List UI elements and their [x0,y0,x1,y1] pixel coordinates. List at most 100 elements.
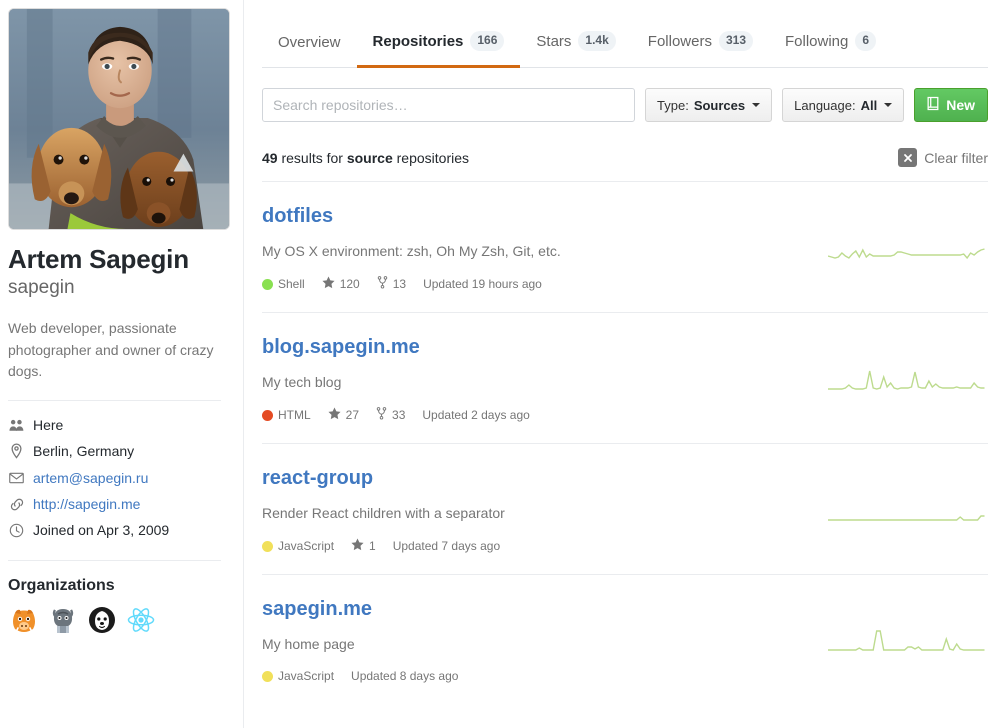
boar-org-avatar[interactable] [8,604,40,637]
repository-description: Render React children with a separator [262,505,505,521]
sidebar-divider [8,400,221,401]
repository-description: My tech blog [262,374,342,390]
fork-icon [377,276,388,292]
clear-filter-label: Clear filter [924,149,988,166]
type-filter-label: Type: [657,97,689,113]
mail-icon [8,472,25,484]
fork-icon [376,407,387,423]
profile-bio: Web developer, passionate photographer a… [8,319,214,380]
results-suffix: repositories [396,149,470,166]
repository-meta: HTML 27 33 Updated 2 days ago [262,407,812,423]
language-label: JavaScript [278,669,335,683]
results-prefix: results for [281,149,343,166]
clear-filter-button[interactable]: Clear filter [898,148,988,167]
language-filter-value: All [860,97,878,113]
type-filter-button[interactable]: Type: Sources [645,88,773,122]
table-row: dotfiles My OS X environment: zsh, Oh My… [262,182,988,313]
repository-info: sapegin.me My home page JavaScript Updat… [262,597,828,683]
react-org-avatar[interactable] [125,604,157,637]
fork-count: 13 [392,277,407,291]
language-label: HTML [278,408,311,422]
meta-email-link[interactable]: artem@sapegin.ru [33,468,148,488]
new-repository-button[interactable]: New [914,88,988,122]
tab-label: Followers [647,32,712,50]
search-repositories-input[interactable] [262,88,636,122]
tab-stars[interactable]: Stars 1.4k [520,31,631,67]
repository-info: dotfiles My OS X environment: zsh, Oh My… [262,204,828,292]
repository-filter-bar: Type: Sources Language: All New [262,88,988,122]
dog-org-avatar[interactable] [86,604,118,637]
results-summary-row: 49 results for source repositories Clear… [262,148,988,182]
repository-language: JavaScript [262,669,334,683]
language-color-dot [262,409,273,421]
meta-label: Joined on Apr 3, 2009 [33,522,170,539]
avatar-photo [9,9,229,229]
repository-updated: Updated 19 hours ago [423,277,542,291]
type-filter-value: Sources [693,97,746,113]
repository-stars[interactable]: 1 [351,538,376,554]
profile-login: sapegin [8,277,75,299]
language-color-dot [262,278,273,290]
fork-count: 33 [392,408,406,422]
chevron-down-icon [752,103,761,107]
language-filter-button[interactable]: Language: All [782,88,905,122]
profile-sidebar: Artem Sapegin sapegin Web developer, pas… [0,0,244,728]
meta-item-website[interactable]: http://sapegin.me [8,491,221,517]
repository-meta: JavaScript Updated 8 days ago [262,669,812,683]
star-count: 27 [345,408,360,422]
meta-item-joined: Joined on Apr 3, 2009 [8,517,221,543]
repository-name-link[interactable]: blog.sapegin.me [262,335,420,359]
clock-icon [8,523,25,538]
repository-language: Shell [262,277,305,291]
results-count: 49 [262,149,278,166]
repository-info: react-group Render React children with a… [262,466,828,554]
repository-stars[interactable]: 120 [322,276,360,292]
results-highlight: source [346,149,393,166]
sparkline-chart [828,370,985,390]
tab-repositories[interactable]: Repositories 166 [356,31,521,68]
profile-name: Artem Sapegin [8,244,189,274]
repo-book-icon [927,96,940,114]
octocat-org-avatar[interactable] [47,604,79,637]
star-count: 120 [339,277,360,291]
repository-name-link[interactable]: dotfiles [262,204,333,228]
repository-stars[interactable]: 27 [328,407,359,423]
organizations-list [8,604,221,637]
tab-label: Following [785,32,849,50]
repository-info: blog.sapegin.me My tech blog HTML 27 33 … [262,335,828,423]
meta-item-location: Berlin, Germany [8,438,221,464]
profile-tabs: Overview Repositories 166 Stars 1.4k Fol… [262,0,988,68]
commit-sparkline [828,335,988,393]
repository-language: HTML [262,408,311,422]
repository-name-link[interactable]: sapegin.me [262,597,372,621]
location-pin-icon [8,443,25,460]
github-profile-page: Artem Sapegin sapegin Web developer, pas… [0,0,998,728]
repository-language: JavaScript [262,539,334,553]
star-icon [328,407,341,423]
table-row: sapegin.me My home page JavaScript Updat… [262,575,988,703]
tab-overview[interactable]: Overview [262,34,357,67]
tab-label: Repositories [372,32,464,50]
organization-icon [8,419,25,432]
sparkline-chart [828,515,985,521]
main-content: Overview Repositories 166 Stars 1.4k Fol… [244,0,998,728]
results-summary: 49 results for source repositories [262,150,469,166]
tab-following[interactable]: Following 6 [769,31,892,67]
meta-item-email[interactable]: artem@sapegin.ru [8,465,221,491]
language-color-dot [262,540,273,552]
language-color-dot [262,670,273,682]
tab-followers[interactable]: Followers 313 [632,31,769,67]
repository-updated: Updated 8 days ago [351,669,459,683]
repository-forks[interactable]: 33 [376,407,405,423]
avatar[interactable] [8,8,230,230]
meta-website-link[interactable]: http://sapegin.me [33,494,140,514]
language-filter-label: Language: [794,97,856,113]
repository-name-link[interactable]: react-group [262,466,373,490]
sparkline-chart [828,630,985,651]
commit-sparkline [828,466,988,524]
repository-forks[interactable]: 13 [377,276,406,292]
repository-meta: JavaScript 1 Updated 7 days ago [262,538,812,554]
close-icon [898,148,918,167]
repository-updated: Updated 2 days ago [422,408,530,422]
repository-updated: Updated 7 days ago [392,539,501,553]
